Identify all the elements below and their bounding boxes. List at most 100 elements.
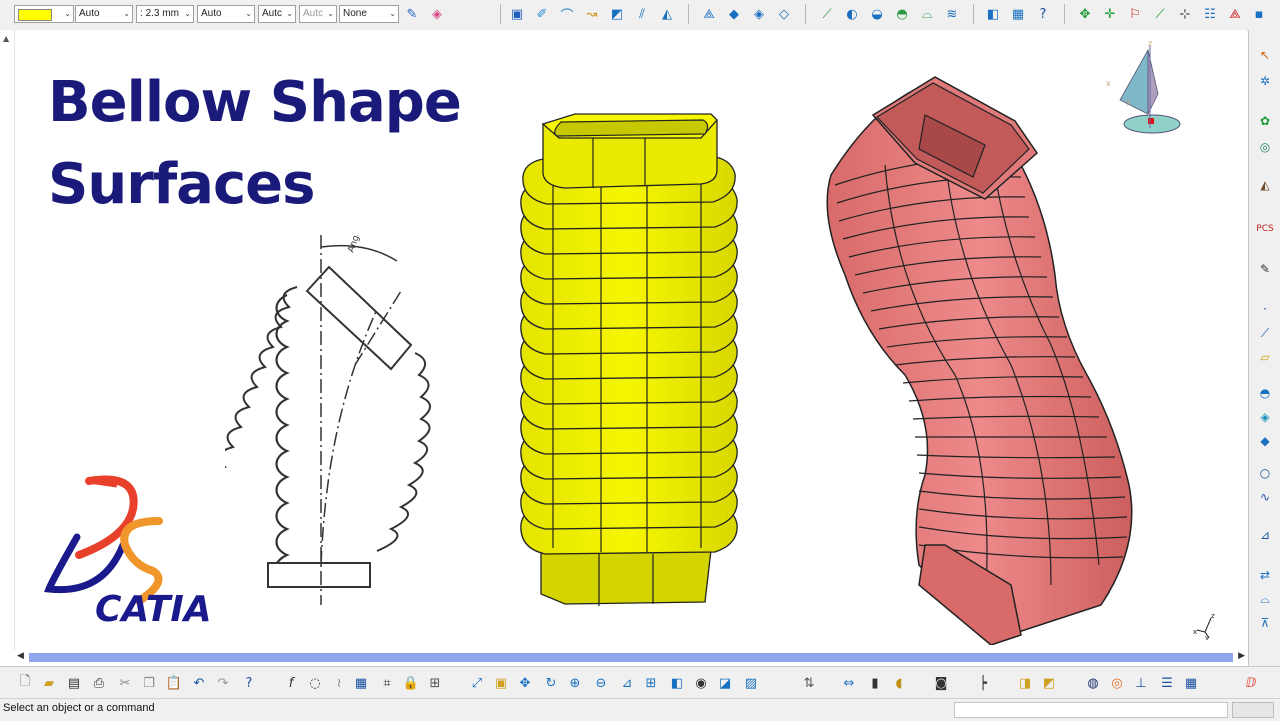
horizontal-scrollbar[interactable]: ◀ ▶ (15, 650, 1247, 664)
swap-icon[interactable]: ▨ (742, 674, 760, 692)
multi-view-icon[interactable]: ⊞ (642, 674, 660, 692)
app-switch-icon[interactable]: ◍ (1084, 674, 1102, 692)
lock-icon[interactable]: 🔒 (402, 674, 420, 692)
line-type-combo[interactable]: Auto ⌄ (75, 5, 133, 23)
chamfer-icon[interactable]: ◐ (843, 5, 861, 23)
3d-viewport[interactable]: Bellow Shape Surfaces Angular z x y CATI… (15, 30, 1247, 650)
rotate-icon[interactable]: ◓ (893, 5, 911, 23)
open-folder-icon[interactable]: ▰ (40, 674, 58, 692)
trim-icon[interactable]: ◆ (725, 5, 743, 23)
connect-icon[interactable]: ⇄ (1256, 566, 1274, 584)
save-icon[interactable]: ▤ (65, 674, 83, 692)
scroll-up-icon[interactable]: ▲ (3, 34, 9, 43)
sweep-icon[interactable]: ↝ (583, 5, 601, 23)
select-icon[interactable]: ▣ (508, 5, 526, 23)
print-icon[interactable]: ⎙ (90, 674, 108, 692)
spline-icon[interactable]: ∿ (1256, 488, 1274, 506)
fillet-icon[interactable]: ◇ (775, 5, 793, 23)
command-input[interactable] (954, 702, 1228, 718)
delete-icon[interactable]: ⟁ (1226, 5, 1244, 23)
helix-icon[interactable]: ⊿ (1256, 526, 1274, 544)
move-icon[interactable]: ✛ (1101, 5, 1119, 23)
compass-icon[interactable]: ◭ (1256, 176, 1274, 194)
tree-collapse-icon[interactable]: ☰ (1158, 674, 1176, 692)
surface-ops-icon[interactable]: ◓ (1256, 384, 1274, 402)
offset-icon[interactable]: ⟋ (818, 5, 836, 23)
point-type-combo[interactable]: Auto ⌄ (197, 5, 255, 23)
new-file-icon[interactable]: 🗋 (16, 674, 34, 692)
catia-app-icon[interactable]: ◎ (1108, 674, 1126, 692)
redo-icon[interactable]: ↷ (214, 674, 232, 692)
table-icon-bottom[interactable]: ▦ (352, 674, 370, 692)
compass-widget[interactable]: z x y (1100, 38, 1190, 138)
pan-icon[interactable]: ✥ (1076, 5, 1094, 23)
formula-icon[interactable]: f (282, 674, 300, 692)
measure-between-icon[interactable]: ⇔ (840, 674, 858, 692)
fit-all-icon[interactable]: ⤢ (468, 674, 486, 692)
fill-surface-icon[interactable]: ◆ (1256, 432, 1274, 450)
analysis-icon[interactable]: ◎ (1256, 138, 1274, 156)
constraint-icon[interactable]: ✲ (1256, 72, 1274, 90)
project-icon[interactable]: ⌓ (1256, 590, 1274, 608)
blend-icon[interactable]: ◭ (658, 5, 676, 23)
cursor-icon[interactable]: ↖ (1256, 46, 1274, 64)
normal-view-icon[interactable]: ⊿ (618, 674, 636, 692)
join-icon[interactable]: ◈ (750, 5, 768, 23)
curve-ops-icon[interactable]: ◈ (1256, 408, 1274, 426)
render-icon[interactable]: ◉ (692, 674, 710, 692)
tree-expand-icon[interactable]: ┝ (974, 674, 992, 692)
pan-view-icon[interactable]: ✥ (516, 674, 534, 692)
scrollbar-thumb[interactable] (29, 653, 1233, 662)
measure-icon[interactable]: ⟋ (1151, 5, 1169, 23)
publish-icon[interactable]: ⊞ (426, 674, 444, 692)
translate-icon[interactable]: ◒ (868, 5, 886, 23)
measure-inertia-icon[interactable]: ◖ (890, 674, 908, 692)
grid-icon[interactable]: ▦ (1009, 5, 1027, 23)
options-icon[interactable]: ▪ (1250, 5, 1268, 23)
hide-icon[interactable]: ⚐ (1126, 5, 1144, 23)
law-icon[interactable]: ◧ (984, 5, 1002, 23)
split-icon[interactable]: ⟁ (700, 5, 718, 23)
paste-icon[interactable]: 📋 (165, 674, 183, 692)
whats-this-icon[interactable]: ? (240, 674, 258, 692)
layers-icon[interactable]: ◨ (1016, 674, 1034, 692)
layers-swap-icon[interactable]: ◩ (1040, 674, 1058, 692)
comment-icon[interactable]: ◌ (306, 674, 324, 692)
scroll-right-icon[interactable]: ▶ (1238, 651, 1245, 661)
iso-view-icon[interactable]: ◧ (668, 674, 686, 692)
material-icon[interactable]: ⇅ (800, 674, 818, 692)
graph-icon[interactable]: ⊹ (1176, 5, 1194, 23)
yellow-bellow-model[interactable] (505, 78, 745, 608)
surface-icon[interactable]: ⌒ (558, 5, 576, 24)
fill-color-combo[interactable]: ⌄ (14, 5, 74, 23)
help-icon[interactable]: ? (1034, 5, 1052, 23)
filter-combo[interactable]: None ⌄ (339, 5, 399, 23)
zoom-out-icon[interactable]: ⊖ (592, 674, 610, 692)
knowledge-icon[interactable]: ≀ (330, 674, 348, 692)
camera-icon[interactable]: ◙ (932, 674, 950, 692)
zoom-in-icon[interactable]: ⊕ (566, 674, 584, 692)
copy-icon[interactable]: ❐ (140, 674, 158, 692)
paint-brush-icon[interactable]: ✎ (403, 5, 421, 23)
layer-combo[interactable]: Autc ⌄ (258, 5, 296, 23)
undo-icon[interactable]: ↶ (190, 674, 208, 692)
pcs-icon[interactable]: PCS (1256, 220, 1274, 238)
axis-system-icon[interactable]: ⊥ (1132, 674, 1150, 692)
select-all-icon[interactable]: ▣ (492, 674, 510, 692)
fill-icon[interactable]: ◩ (608, 5, 626, 23)
line-icon[interactable]: ⟋ (1256, 324, 1274, 342)
plane-icon[interactable]: ▱ (1256, 348, 1274, 366)
intersect-icon[interactable]: ⊼ (1256, 614, 1274, 632)
sketch-icon[interactable]: ✐ (533, 5, 551, 23)
tree-icon[interactable]: ✿ (1256, 112, 1274, 130)
graph-icon-bottom[interactable]: ⌗ (378, 674, 396, 692)
sketch-editor-icon[interactable]: ✎ (1256, 260, 1274, 278)
thickness-combo[interactable]: : 2.3 mm ⌄ (136, 5, 194, 23)
extrude-icon[interactable]: ⫽ (633, 5, 651, 23)
point-icon[interactable]: · (1256, 300, 1274, 318)
scroll-left-icon[interactable]: ◀ (17, 651, 24, 661)
axis-icon[interactable]: ≋ (943, 5, 961, 23)
hide-show-icon[interactable]: ◪ (716, 674, 734, 692)
cut-icon[interactable]: ✂ (116, 674, 134, 692)
paint-bucket-icon[interactable]: ◈ (428, 5, 446, 23)
